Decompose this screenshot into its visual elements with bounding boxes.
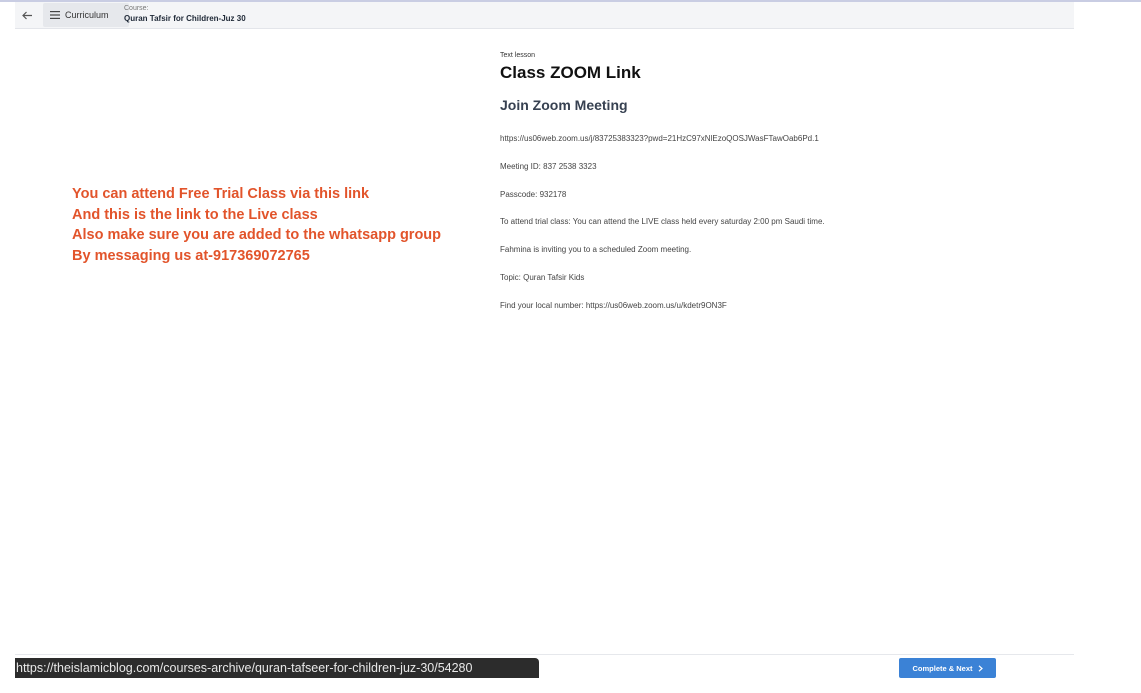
course-title: Quran Tafsir for Children-Juz 30 [124, 14, 246, 23]
invite-text: Fahmina is inviting you to a scheduled Z… [500, 245, 692, 254]
annotation-line: And this is the link to the Live class [72, 206, 318, 223]
course-prefix: Course: [124, 5, 149, 12]
passcode-text: Passcode: 932178 [500, 190, 567, 199]
meeting-id-text: Meeting ID: 837 2538 3323 [500, 162, 597, 171]
chevron-right-icon [978, 664, 983, 672]
promo-annotation: You can attend Free Trial Class via this… [72, 184, 441, 266]
arrow-left-icon [21, 11, 32, 19]
curriculum-button[interactable]: Curriculum [43, 3, 129, 27]
topic-text: Topic: Quran Tafsir Kids [500, 273, 585, 282]
zoom-meeting-link[interactable]: https://us06web.zoom.us/j/83725383323?pw… [500, 134, 819, 143]
lesson-title: Class ZOOM Link [500, 63, 641, 82]
annotation-line: You can attend Free Trial Class via this… [72, 186, 370, 202]
lesson-type: Text lesson [500, 52, 536, 59]
local-number-text[interactable]: Find your local number: https://us06web.… [500, 301, 727, 310]
annotation-line: Also make sure you are added to the what… [72, 227, 442, 244]
hamburger-menu-icon [50, 11, 60, 19]
complete-and-next-label: Complete & Next [912, 663, 973, 673]
complete-and-next-button[interactable]: Complete & Next [899, 658, 996, 678]
lesson-header-bar: Curriculum Course: Quran Tafsir for Chil… [15, 2, 1074, 29]
link-status-url: https://theislamicblog.com/courses-archi… [15, 658, 539, 678]
back-button[interactable] [17, 4, 37, 26]
curriculum-label: Curriculum [65, 10, 109, 20]
footer-divider [15, 654, 1074, 655]
section-heading: Join Zoom Meeting [500, 97, 628, 113]
lesson-content: Text lesson Class ZOOM Link Join Zoom Me… [500, 52, 1060, 310]
course-info: Course: Quran Tafsir for Children-Juz 30 [124, 5, 246, 24]
annotation-line: By messaging us at-917369072765 [72, 247, 310, 264]
trial-class-text: To attend trial class: You can attend th… [500, 217, 825, 226]
